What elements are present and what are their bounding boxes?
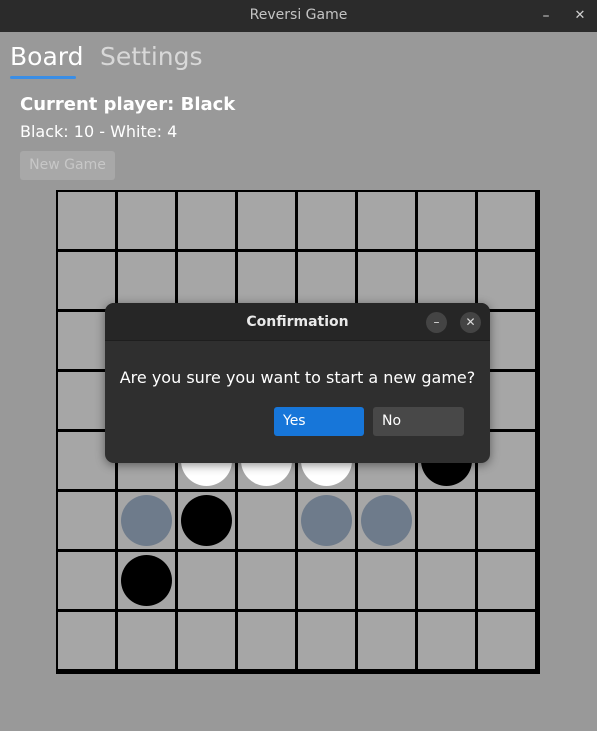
board-cell[interactable] xyxy=(58,612,115,669)
board-cell[interactable] xyxy=(358,252,415,309)
board-cell[interactable] xyxy=(298,552,355,609)
window-title: Reversi Game xyxy=(249,7,348,23)
board-cell[interactable] xyxy=(58,492,115,549)
close-icon[interactable]: ✕ xyxy=(570,6,590,26)
board-cell[interactable] xyxy=(178,252,235,309)
board-cell[interactable] xyxy=(298,252,355,309)
board-cell[interactable] xyxy=(358,612,415,669)
new-game-button[interactable]: New Game xyxy=(20,151,115,180)
board-cell[interactable] xyxy=(478,552,535,609)
tab-settings[interactable]: Settings xyxy=(100,42,203,71)
board-cell[interactable] xyxy=(58,252,115,309)
board-cell[interactable] xyxy=(418,612,475,669)
tab-board[interactable]: Board xyxy=(10,42,83,71)
minimize-icon[interactable]: – xyxy=(536,6,556,26)
board-cell[interactable] xyxy=(298,192,355,249)
dialog-minimize-icon[interactable]: – xyxy=(426,312,447,333)
board-cell[interactable] xyxy=(358,192,415,249)
board-cell[interactable] xyxy=(418,552,475,609)
board-cell[interactable] xyxy=(238,612,295,669)
board-cell[interactable] xyxy=(478,612,535,669)
current-player-label: Current player: Black xyxy=(20,94,236,115)
board-cell[interactable] xyxy=(478,492,535,549)
valid-move-marker xyxy=(361,495,412,546)
active-tab-indicator xyxy=(10,76,76,79)
confirmation-dialog: Confirmation – ✕ Are you sure you want t… xyxy=(105,303,490,463)
valid-move-marker xyxy=(121,495,172,546)
board-cell[interactable] xyxy=(238,492,295,549)
board-cell[interactable] xyxy=(358,552,415,609)
board-cell[interactable] xyxy=(238,192,295,249)
board-cell[interactable] xyxy=(358,492,415,549)
black-piece xyxy=(121,555,172,606)
yes-button[interactable]: Yes xyxy=(274,407,364,436)
board-cell[interactable] xyxy=(238,252,295,309)
board-cell[interactable] xyxy=(118,552,175,609)
score-label: Black: 10 - White: 4 xyxy=(20,122,178,141)
board-cell[interactable] xyxy=(298,492,355,549)
board-cell[interactable] xyxy=(418,192,475,249)
board-cell[interactable] xyxy=(298,612,355,669)
board-cell[interactable] xyxy=(178,612,235,669)
dialog-close-icon[interactable]: ✕ xyxy=(460,312,481,333)
board-cell[interactable] xyxy=(118,192,175,249)
board-cell[interactable] xyxy=(178,492,235,549)
board-cell[interactable] xyxy=(118,612,175,669)
valid-move-marker xyxy=(301,495,352,546)
board-cell[interactable] xyxy=(178,192,235,249)
board-cell[interactable] xyxy=(58,192,115,249)
board-cell[interactable] xyxy=(58,552,115,609)
window-titlebar: Reversi Game – ✕ xyxy=(0,0,597,32)
board-cell[interactable] xyxy=(478,252,535,309)
board-cell[interactable] xyxy=(178,552,235,609)
board-cell[interactable] xyxy=(418,252,475,309)
board-cell[interactable] xyxy=(118,252,175,309)
board-cell[interactable] xyxy=(418,492,475,549)
no-button[interactable]: No xyxy=(373,407,464,436)
dialog-header: Confirmation – ✕ xyxy=(105,303,490,341)
board-cell[interactable] xyxy=(238,552,295,609)
board-cell[interactable] xyxy=(118,492,175,549)
dialog-message: Are you sure you want to start a new gam… xyxy=(119,368,476,387)
board-cell[interactable] xyxy=(478,192,535,249)
black-piece xyxy=(181,495,232,546)
